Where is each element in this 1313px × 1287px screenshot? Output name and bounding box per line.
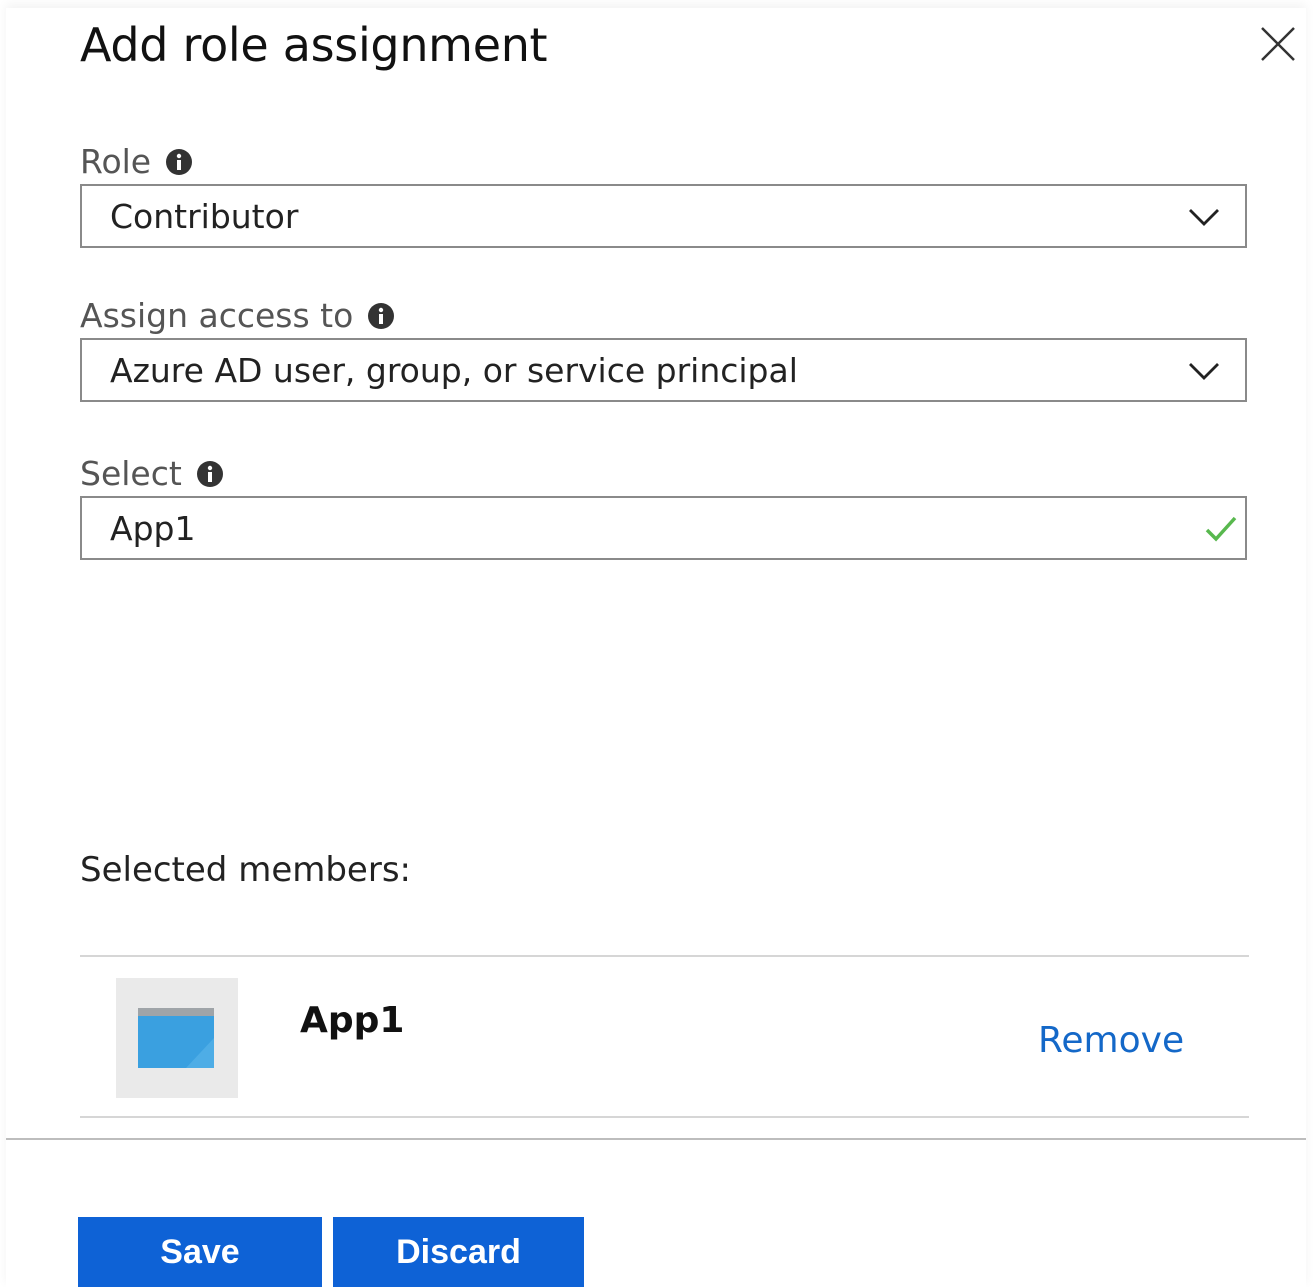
- dialog-title: Add role assignment: [80, 18, 548, 72]
- discard-button[interactable]: Discard: [333, 1217, 584, 1287]
- info-icon[interactable]: [196, 460, 224, 488]
- selected-members-label: Selected members:: [80, 850, 412, 890]
- select-value: App1: [110, 508, 196, 548]
- chevron-down-icon: [1189, 209, 1219, 226]
- assign-access-label-text: Assign access to: [80, 296, 354, 335]
- assign-access-value: Azure AD user, group, or service princip…: [110, 350, 798, 390]
- assign-access-dropdown[interactable]: Azure AD user, group, or service princip…: [80, 338, 1247, 402]
- select-input[interactable]: App1: [80, 496, 1247, 560]
- role-label: Role: [80, 142, 193, 181]
- app-window-icon: [138, 1008, 214, 1068]
- remove-member-link[interactable]: Remove: [1038, 1020, 1184, 1061]
- close-icon: [1261, 27, 1295, 61]
- save-button[interactable]: Save: [78, 1217, 322, 1287]
- role-dropdown[interactable]: Contributor: [80, 184, 1247, 248]
- members-bottom-divider: [80, 1116, 1249, 1118]
- role-label-text: Role: [80, 142, 152, 181]
- members-top-divider: [80, 955, 1249, 957]
- select-label-text: Select: [80, 454, 182, 493]
- info-icon[interactable]: [165, 148, 193, 176]
- checkmark-icon: [1205, 516, 1237, 542]
- assign-access-label: Assign access to: [80, 296, 395, 335]
- select-label: Select: [80, 454, 224, 493]
- member-name: App1: [300, 1000, 405, 1041]
- member-avatar: [116, 978, 238, 1098]
- chevron-down-icon: [1189, 363, 1219, 380]
- info-icon[interactable]: [367, 302, 395, 330]
- footer-divider: [6, 1138, 1306, 1140]
- close-button[interactable]: [1258, 24, 1298, 64]
- role-value: Contributor: [110, 196, 299, 236]
